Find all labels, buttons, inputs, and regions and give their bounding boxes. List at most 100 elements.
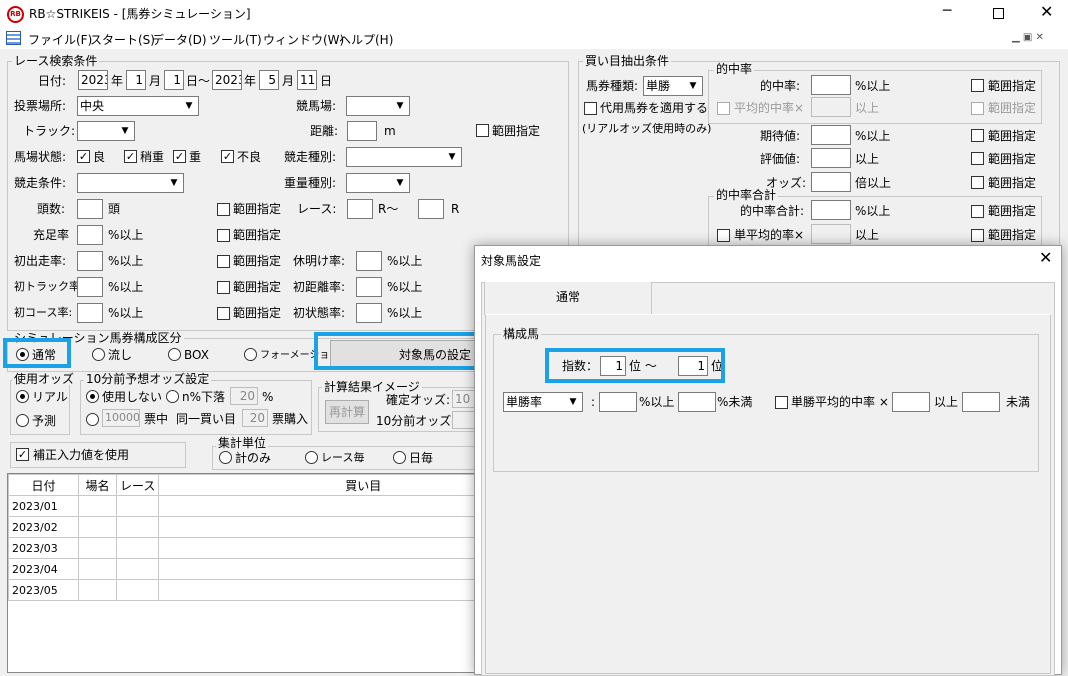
realnote-label: (リアルオッズ使用時のみ) (582, 122, 712, 135)
sim-nagashi-radio[interactable] (92, 348, 105, 361)
exp-range-checkbox[interactable] (971, 129, 984, 142)
race-kind-select[interactable]: ▼ (346, 147, 462, 167)
rest-input[interactable] (356, 251, 382, 271)
heads-range-label: 範囲指定 (233, 202, 282, 216)
fill-input[interactable] (77, 225, 103, 245)
unit-day-radio[interactable] (393, 451, 406, 464)
sim-formation-radio[interactable] (244, 348, 257, 361)
tab-normal[interactable]: 通常 (484, 282, 652, 315)
avg-range-checkbox[interactable] (971, 102, 984, 115)
col-date[interactable]: 日付 (8, 474, 79, 496)
to-year-input[interactable]: 2023 (212, 70, 242, 90)
single-range-checkbox[interactable] (971, 229, 984, 242)
first-course-input[interactable] (77, 303, 103, 323)
single-avg-input[interactable] (811, 224, 851, 244)
venue-select[interactable]: 中央 ▼ (77, 96, 199, 116)
exp-input[interactable] (811, 125, 851, 145)
recalc-button[interactable]: 再計算 (325, 400, 369, 424)
substitute-checkbox[interactable] (584, 102, 597, 115)
baba-good-checkbox[interactable]: ✓ (77, 150, 90, 163)
grid-icon (6, 31, 21, 45)
heads-range-checkbox[interactable] (217, 203, 230, 216)
first-run-range-checkbox[interactable] (217, 255, 230, 268)
eval-range-checkbox[interactable] (971, 152, 984, 165)
first-run-input[interactable] (77, 251, 103, 271)
race-from-input[interactable] (347, 199, 373, 219)
hit-range-checkbox[interactable] (971, 79, 984, 92)
metric-max-input[interactable] (678, 392, 716, 412)
to-day-input[interactable]: 11 (297, 70, 317, 90)
single-avg-max-input[interactable] (962, 392, 1000, 412)
metric-over-label: %以上 (639, 395, 675, 409)
track-select[interactable]: ▼ (77, 121, 135, 141)
month-unit: 月 (149, 74, 162, 88)
kind-select[interactable]: 単勝 ▼ (643, 76, 703, 96)
calc-title: 計算結果イメージ (322, 380, 422, 394)
cond-select[interactable]: ▼ (77, 173, 184, 193)
odds-predict-label: 予測 (32, 414, 57, 428)
distance-range-label: 範囲指定 (492, 124, 541, 138)
distance-range-checkbox[interactable] (476, 124, 489, 137)
unit-race-radio[interactable] (305, 451, 318, 464)
menu-window[interactable]: ウィンドウ(W) (263, 31, 344, 48)
avg-hit-checkbox[interactable] (717, 102, 730, 115)
menu-tool[interactable]: ツール(T) (209, 31, 262, 48)
course-select[interactable]: ▼ (346, 96, 410, 116)
odds-cond-input[interactable] (811, 172, 851, 192)
col-venue[interactable]: 場名 (78, 474, 117, 496)
from-day-input[interactable]: 1 (164, 70, 184, 90)
first-track-input[interactable] (77, 277, 103, 297)
first-cond-input[interactable] (356, 303, 382, 323)
to-month-input[interactable]: 5 (259, 70, 279, 90)
baba-bad-checkbox[interactable]: ✓ (221, 150, 234, 163)
table-cell (115, 495, 160, 517)
first-track-range-checkbox[interactable] (217, 281, 230, 294)
correction-checkbox[interactable]: ✓ (16, 448, 29, 461)
metric-min-input[interactable] (599, 392, 637, 412)
mdi-controls[interactable]: ▁ ▣ ✕ (1012, 32, 1064, 46)
pre-same-input[interactable]: 20 (242, 409, 268, 427)
metric-select[interactable]: 単勝率 ▼ (503, 392, 583, 412)
baba-heavy-checkbox[interactable]: ✓ (173, 150, 186, 163)
hit-input[interactable] (811, 75, 851, 95)
dialog-close-icon[interactable]: ✕ (1039, 250, 1052, 266)
fill-range-checkbox[interactable] (217, 229, 230, 242)
maximize-icon[interactable] (993, 8, 1004, 19)
baba-slight-checkbox[interactable]: ✓ (124, 150, 137, 163)
total-range-checkbox[interactable] (971, 205, 984, 218)
menu-start[interactable]: スタート(S) (90, 31, 155, 48)
first-course-range-checkbox[interactable] (217, 307, 230, 320)
from-month-input[interactable]: 1 (126, 70, 146, 90)
minimize-icon[interactable]: ─ (943, 4, 951, 18)
weight-select[interactable]: ▼ (346, 173, 410, 193)
pre-amount-radio[interactable] (86, 413, 99, 426)
eval-input[interactable] (811, 148, 851, 168)
pre-none-radio[interactable] (86, 390, 99, 403)
menu-help[interactable]: ヘルプ(H) (339, 31, 393, 48)
pre-drop-radio[interactable] (166, 390, 179, 403)
close-icon[interactable]: ✕ (1040, 4, 1053, 20)
single-avg-dialog-input[interactable] (892, 392, 930, 412)
first-run-unit: %以上 (108, 254, 144, 268)
single-avg-dialog-checkbox[interactable] (775, 396, 788, 409)
pre-drop-input[interactable]: 20 (230, 387, 258, 405)
sim-box-radio[interactable] (168, 348, 181, 361)
race-num-label: レース: (297, 202, 337, 216)
menu-file[interactable]: ファイル(F) (28, 31, 92, 48)
heads-input[interactable] (77, 199, 103, 219)
odds-predict-radio[interactable] (16, 414, 29, 427)
total-input[interactable] (811, 200, 851, 220)
odds-range-checkbox[interactable] (971, 176, 984, 189)
race-to-input[interactable] (418, 199, 444, 219)
single-avg-checkbox[interactable] (717, 229, 730, 242)
first-dist-input[interactable] (356, 277, 382, 297)
pre-amount-input[interactable]: 10000 (102, 409, 140, 427)
unit-total-radio[interactable] (219, 451, 232, 464)
menu-data[interactable]: データ(D) (152, 31, 207, 48)
fill-unit: %以上 (108, 228, 144, 242)
avg-hit-input[interactable] (811, 97, 851, 117)
from-year-input[interactable]: 2023 (78, 70, 108, 90)
col-race[interactable]: レース (115, 474, 160, 496)
odds-real-radio[interactable] (16, 390, 29, 403)
distance-input[interactable] (347, 121, 377, 141)
